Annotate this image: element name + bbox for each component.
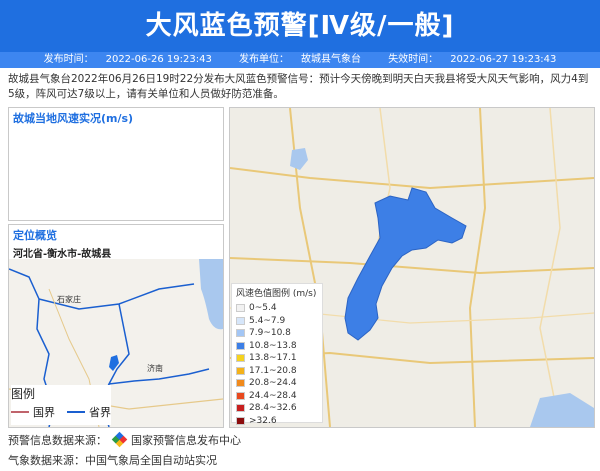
warning-description: 故城县气象台2022年06月26日19时22分发布大风蓝色预警信号：预计今天傍晚… xyxy=(8,73,589,100)
wind-legend-swatch xyxy=(236,366,245,375)
wind-legend-label: 5.4~7.9 xyxy=(249,315,286,326)
national-border-swatch xyxy=(11,411,29,413)
warning-info-bar: 发布时间： 2022-06-26 19:23:43 发布单位： 故城县气象台 失效时… xyxy=(0,52,600,68)
jinan-label: 济南 xyxy=(147,363,163,373)
wind-legend-item: >32.6 xyxy=(232,415,322,428)
weather-source-line: 气象数据来源：中国气象局全国自动站实况 xyxy=(8,452,217,468)
warning-center-logo-icon xyxy=(111,431,127,448)
wind-legend-label: 17.1~20.8 xyxy=(249,365,297,376)
wind-legend-swatch xyxy=(236,304,245,313)
wind-legend-title: 风速色值图例 (m/s) xyxy=(236,289,317,299)
warning-source[interactable]: 国家预警信息发布中心 xyxy=(131,434,241,447)
wind-legend-item: 10.8~13.8 xyxy=(232,340,322,353)
warning-title: 大风蓝色预警[Ⅳ级/一般] xyxy=(145,11,455,41)
wind-legend-item: 5.4~7.9 xyxy=(232,315,322,328)
publisher: 发布单位： 故城县气象台 xyxy=(239,54,361,65)
wind-legend-swatch xyxy=(236,416,245,425)
wind-legend-swatch xyxy=(236,391,245,400)
overview-legend-title: 图例 xyxy=(11,387,36,401)
weather-source-label: 气象数据来源： xyxy=(8,454,85,467)
weather-source: 中国气象局全国自动站实况 xyxy=(85,454,217,467)
wind-legend-swatch xyxy=(236,341,245,350)
wind-legend-label: 28.4~32.6 xyxy=(249,403,297,414)
wind-legend-swatch xyxy=(236,354,245,363)
national-border-label: 国界 xyxy=(33,406,55,419)
wind-legend-label: 10.8~13.8 xyxy=(249,340,297,351)
wind-legend-swatch xyxy=(236,379,245,388)
wind-legend-label: 20.8~24.4 xyxy=(249,378,297,389)
wind-legend-swatch xyxy=(236,316,245,325)
warning-source-label: 预警信息数据来源： xyxy=(8,434,107,447)
wind-legend-label: 0~5.4 xyxy=(249,303,277,314)
wind-legend-label: 24.4~28.4 xyxy=(249,390,297,401)
wind-legend-item: 7.9~10.8 xyxy=(232,327,322,340)
wind-legend-label: >32.6 xyxy=(249,415,277,426)
provincial-border-swatch xyxy=(67,411,85,413)
wind-legend-swatch xyxy=(236,404,245,413)
expire-time: 失效时间： 2022-06-27 19:23:43 xyxy=(388,54,557,65)
wind-legend-label: 13.8~17.1 xyxy=(249,353,297,364)
wind-legend-swatch xyxy=(236,329,245,338)
wind-speed-title: 故城当地风速实况(m/s) xyxy=(13,112,134,125)
warning-banner: 大风蓝色预警[Ⅳ级/一般] xyxy=(0,0,600,52)
wind-legend-item: 13.8~17.1 xyxy=(232,352,322,365)
provincial-border-label: 省界 xyxy=(89,406,111,419)
wind-legend-item: 28.4~32.6 xyxy=(232,402,322,415)
region-label: 河北省-衡水市-故城县 xyxy=(13,249,112,260)
location-title: 定位概览 xyxy=(13,229,57,242)
wind-legend-item: 24.4~28.4 xyxy=(232,390,322,403)
wind-color-legend: 风速色值图例 (m/s) 0~5.4 5.4~7.9 7.9~10.8 10.8~13… xyxy=(231,283,323,426)
wind-legend-item: 20.8~24.4 xyxy=(232,377,322,390)
overview-legend: 图例 国界 省界 xyxy=(11,385,111,425)
warning-source-line: 预警信息数据来源： 国家预警信息发布中心 xyxy=(8,431,241,448)
wind-speed-panel: 故城当地风速实况(m/s) xyxy=(8,107,224,221)
publish-time: 发布时间： 2022-06-26 19:23:43 xyxy=(43,54,212,65)
wind-legend-item: 17.1~20.8 xyxy=(232,365,322,378)
shijiazhuang-label: 石家庄 xyxy=(57,294,81,304)
wind-legend-item: 0~5.4 xyxy=(232,302,322,315)
wind-legend-label: 7.9~10.8 xyxy=(249,328,291,339)
